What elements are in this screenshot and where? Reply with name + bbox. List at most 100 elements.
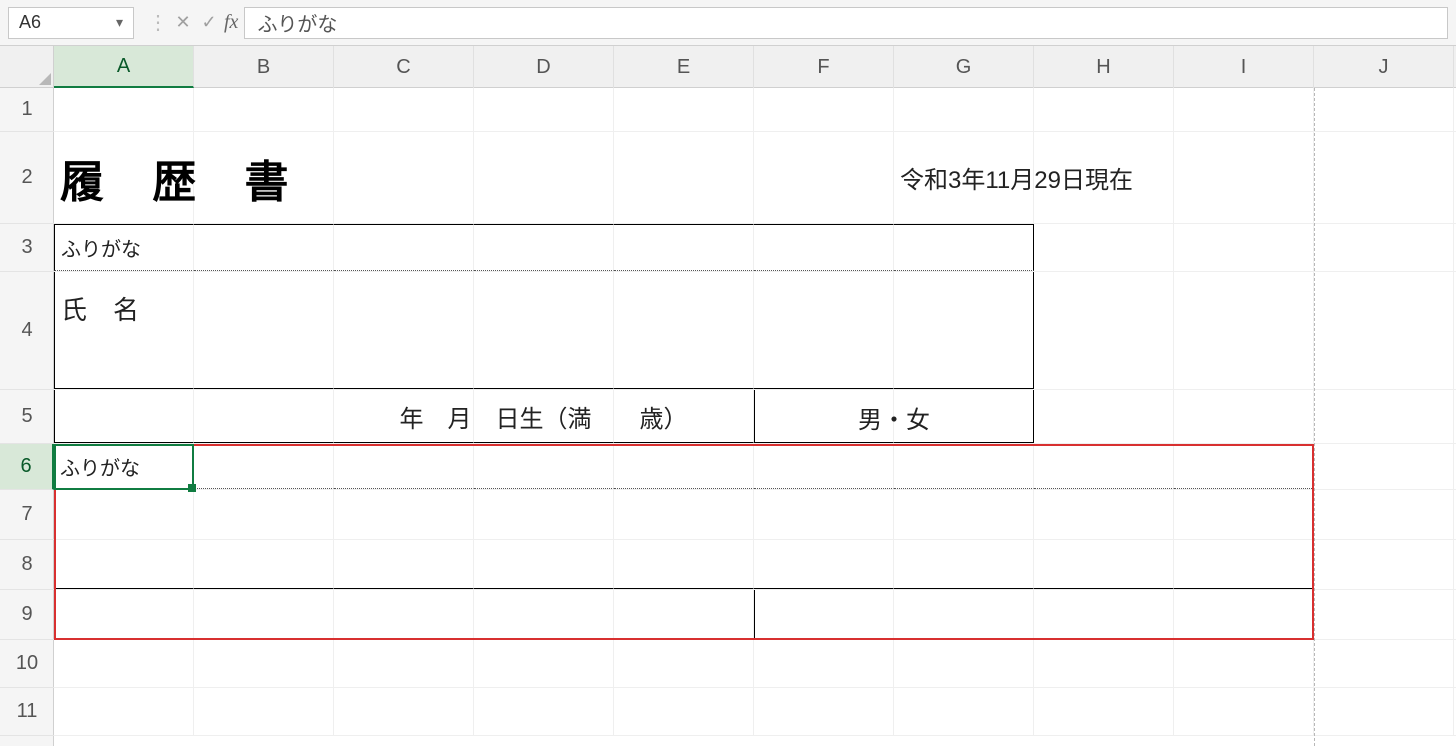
row-header[interactable]: 4	[0, 272, 54, 390]
cell[interactable]	[334, 272, 474, 389]
cell[interactable]	[614, 540, 754, 589]
cell[interactable]	[54, 590, 194, 639]
cell[interactable]	[54, 490, 194, 539]
cancel-formula-button[interactable]: ✕	[170, 10, 196, 36]
cell[interactable]	[754, 272, 894, 389]
accept-formula-button[interactable]: ✓	[196, 10, 222, 36]
row-header[interactable]: 9	[0, 590, 54, 640]
cell[interactable]	[614, 640, 754, 687]
cell[interactable]	[334, 490, 474, 539]
cell[interactable]	[894, 540, 1034, 589]
cell[interactable]	[1034, 490, 1174, 539]
cell[interactable]	[54, 640, 194, 687]
cells-area[interactable]: 履 歴 書令和3年11月29日現在ふりがな氏 名年 月 日生（満 歳）ふりがな男…	[54, 88, 1456, 746]
cell[interactable]	[1314, 272, 1454, 389]
cell[interactable]	[474, 224, 614, 271]
cell[interactable]	[614, 688, 754, 735]
cell[interactable]	[194, 688, 334, 735]
cell[interactable]	[194, 590, 334, 639]
select-all-button[interactable]	[0, 46, 54, 88]
cell[interactable]	[1314, 540, 1454, 589]
cell[interactable]	[894, 272, 1034, 389]
cell[interactable]	[334, 444, 474, 489]
row-header[interactable]: 7	[0, 490, 54, 540]
cell[interactable]	[1174, 224, 1314, 271]
cell[interactable]	[54, 390, 194, 443]
cell[interactable]	[894, 590, 1034, 639]
date-cell[interactable]: 令和3年11月29日現在	[894, 132, 1034, 223]
cell[interactable]	[1034, 132, 1174, 223]
cell[interactable]	[1034, 272, 1174, 389]
cell[interactable]	[1034, 390, 1174, 443]
cell[interactable]	[1034, 640, 1174, 687]
cell[interactable]	[1174, 640, 1314, 687]
column-header[interactable]: A	[54, 46, 194, 88]
cell[interactable]	[754, 640, 894, 687]
cell[interactable]	[614, 224, 754, 271]
cell[interactable]	[334, 540, 474, 589]
cell[interactable]	[474, 490, 614, 539]
column-header[interactable]: G	[894, 46, 1034, 88]
row-header[interactable]: 10	[0, 640, 54, 688]
cell[interactable]	[474, 590, 614, 639]
cell[interactable]	[894, 490, 1034, 539]
cell[interactable]	[894, 444, 1034, 489]
cell[interactable]	[194, 224, 334, 271]
cell[interactable]	[474, 444, 614, 489]
cell[interactable]	[1314, 132, 1454, 223]
cell[interactable]	[194, 88, 334, 131]
cell[interactable]	[614, 132, 754, 223]
cell[interactable]	[474, 688, 614, 735]
row-header[interactable]: 2	[0, 132, 54, 224]
cell[interactable]	[754, 444, 894, 489]
cell[interactable]	[1174, 490, 1314, 539]
cell[interactable]	[1314, 640, 1454, 687]
cell[interactable]	[194, 640, 334, 687]
cell[interactable]	[1314, 224, 1454, 271]
cell[interactable]	[1034, 444, 1174, 489]
cell[interactable]	[334, 224, 474, 271]
cell[interactable]: 氏 名	[54, 272, 194, 389]
column-header[interactable]: J	[1314, 46, 1454, 88]
cell[interactable]	[1174, 390, 1314, 443]
row-header[interactable]: 1	[0, 88, 54, 132]
cell[interactable]	[754, 490, 894, 539]
cell[interactable]	[1314, 490, 1454, 539]
cell[interactable]	[754, 88, 894, 131]
cell[interactable]	[1174, 688, 1314, 735]
cell[interactable]	[474, 272, 614, 389]
column-header[interactable]: D	[474, 46, 614, 88]
cell[interactable]: 年 月 日生（満 歳）	[474, 390, 614, 443]
cell[interactable]	[614, 272, 754, 389]
cell[interactable]	[194, 540, 334, 589]
column-header[interactable]: F	[754, 46, 894, 88]
cell[interactable]	[894, 688, 1034, 735]
cell[interactable]	[474, 88, 614, 131]
cell[interactable]	[194, 390, 334, 443]
cell[interactable]	[54, 540, 194, 589]
cell[interactable]	[334, 688, 474, 735]
row-header[interactable]: 3	[0, 224, 54, 272]
cell[interactable]	[1174, 88, 1314, 131]
cell[interactable]	[614, 590, 754, 639]
cell[interactable]	[334, 88, 474, 131]
cell[interactable]	[1034, 540, 1174, 589]
column-header[interactable]: B	[194, 46, 334, 88]
cell[interactable]	[194, 444, 334, 489]
column-header[interactable]: E	[614, 46, 754, 88]
cell[interactable]	[54, 88, 194, 131]
cell[interactable]	[1174, 272, 1314, 389]
cell[interactable]	[54, 688, 194, 735]
cell[interactable]	[1174, 590, 1314, 639]
row-header[interactable]: 8	[0, 540, 54, 590]
cell[interactable]	[334, 132, 474, 223]
cell[interactable]: ふりがな	[54, 444, 194, 489]
cell[interactable]	[754, 540, 894, 589]
cell[interactable]	[1174, 540, 1314, 589]
cell[interactable]	[754, 132, 894, 223]
cell[interactable]	[1034, 88, 1174, 131]
cell[interactable]	[1314, 444, 1454, 489]
row-header[interactable]: 6	[0, 444, 54, 490]
column-header[interactable]: C	[334, 46, 474, 88]
cell[interactable]	[614, 490, 754, 539]
